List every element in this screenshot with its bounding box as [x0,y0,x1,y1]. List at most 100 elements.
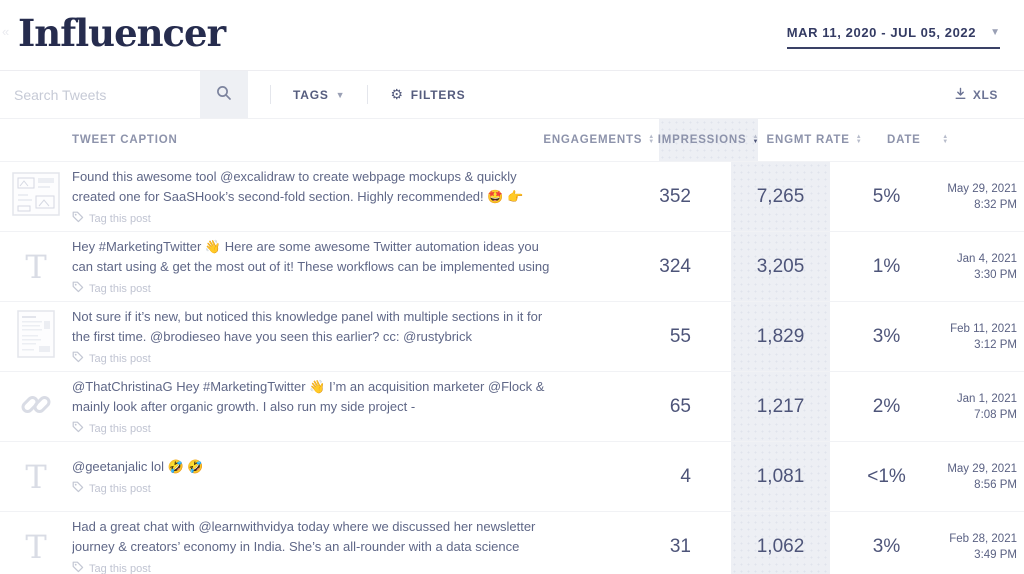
tag-icon [72,351,84,366]
column-header-impressions[interactable]: IMPRESSIONS ▲ ▼ [657,119,758,161]
date-cell: Feb 11, 2021 3:12 PM [943,302,1024,371]
impressions-header-label: IMPRESSIONS [657,134,747,146]
tag-post-button[interactable]: Tag this post [72,211,151,226]
tags-dropdown[interactable]: TAGS ▼ [271,71,367,118]
tweet-thumbnail-cell[interactable] [0,372,72,441]
tweet-thumbnail-cell[interactable]: T [0,232,72,301]
time-text: 3:30 PM [974,268,1017,281]
xls-label: XLS [972,87,998,102]
tweet-caption[interactable]: @geetanjalic lol 🤣 🤣 [72,457,204,477]
engagements-value: 4 [680,465,691,487]
tweet-caption-cell: Had a great chat with @learnwithvidya to… [72,512,562,574]
column-header-tweet-caption[interactable]: TWEET CAPTION [0,119,490,161]
tag-post-button[interactable]: Tag this post [72,351,151,366]
search-button[interactable] [200,71,248,118]
table-body: Found this awesome tool @excalidraw to c… [0,161,1024,574]
table-row: T Had a great chat with @learnwithvidya … [0,511,1024,574]
date-range-picker[interactable]: MAR 11, 2020 - JUL 05, 2022 ▼ [786,25,1000,49]
tag-post-label: Tag this post [89,282,151,295]
tweet-thumbnail-cell[interactable]: T [0,442,72,511]
tweet-thumbnail-cell[interactable] [0,162,72,231]
tag-icon [72,561,84,574]
engmt-rate-value: <1% [867,465,906,487]
sidebar-collapse-icon[interactable]: « [2,24,9,39]
tweet-caption-cell: Hey #MarketingTwitter 👋 Here are some aw… [72,232,562,301]
tag-icon [72,211,84,226]
search-input[interactable] [0,71,200,118]
tweet-caption-cell: Found this awesome tool @excalidraw to c… [72,162,562,231]
text-post-icon: T [25,527,47,566]
text-post-icon: T [25,247,47,286]
filters-button[interactable]: ⚙ FILTERS [368,71,487,118]
engmt-rate-header-label: ENGMT RATE [766,134,850,146]
impressions-value: 1,829 [731,302,830,371]
impressions-value: 1,217 [731,372,830,441]
tweet-caption[interactable]: Hey #MarketingTwitter 👋 Here are some aw… [72,237,554,277]
date-cell: May 29, 2021 8:56 PM [943,442,1024,511]
date-text: May 29, 2021 [947,462,1017,475]
tweet-caption[interactable]: Found this awesome tool @excalidraw to c… [72,167,554,207]
tag-post-button[interactable]: Tag this post [72,281,151,296]
impressions-value: 1,062 [731,512,830,574]
tags-label: TAGS [293,87,329,102]
table-row: @ThatChristinaG Hey #MarketingTwitter 👋 … [0,371,1024,441]
tag-post-label: Tag this post [89,352,151,365]
tweet-image-thumbnail [17,310,55,363]
tweet-caption-cell: @ThatChristinaG Hey #MarketingTwitter 👋 … [72,372,562,441]
search-icon [216,85,232,104]
tweet-caption[interactable]: @ThatChristinaG Hey #MarketingTwitter 👋 … [72,377,554,417]
engmt-rate-value: 1% [872,255,901,277]
tag-post-label: Tag this post [89,212,151,225]
tag-post-button[interactable]: Tag this post [72,421,151,436]
tag-icon [72,481,84,496]
date-cell: May 29, 2021 8:32 PM [943,162,1024,231]
tweet-thumbnail-cell[interactable]: T [0,512,72,574]
download-xls-button[interactable]: XLS [944,71,1024,118]
table-row: Not sure if it’s new, but noticed this k… [0,301,1024,371]
filters-label: FILTERS [410,87,466,102]
table-row: T Hey #MarketingTwitter 👋 Here are some … [0,231,1024,301]
time-text: 7:08 PM [974,408,1017,421]
engagements-value: 55 [669,325,691,347]
chevron-down-icon: ▼ [990,26,1000,38]
date-range-value: MAR 11, 2020 - JUL 05, 2022 [786,25,977,40]
column-header-engagements[interactable]: ENGAGEMENTS ▲ ▼ [490,119,659,161]
tag-post-button[interactable]: Tag this post [72,481,151,496]
sort-icon[interactable]: ▲ ▼ [942,134,949,145]
app-logo: Influencer [18,11,226,55]
tweet-caption-cell: @geetanjalic lol 🤣 🤣 Tag this post [72,442,562,511]
tweet-thumbnail-cell[interactable] [0,302,72,371]
impressions-value: 3,205 [731,232,830,301]
tweet-caption[interactable]: Had a great chat with @learnwithvidya to… [72,517,554,557]
time-text: 8:56 PM [974,478,1017,491]
date-cell: Jan 1, 2021 7:08 PM [943,372,1024,441]
date-cell: Jan 4, 2021 3:30 PM [943,232,1024,301]
impressions-value: 7,265 [731,162,830,231]
column-header-date[interactable]: DATE ▲ ▼ [871,119,952,161]
toolbar: TAGS ▼ ⚙ FILTERS XLS [0,71,1024,119]
gear-icon: ⚙ [390,86,404,102]
time-text: 3:49 PM [974,548,1017,561]
table-row: T @geetanjalic lol 🤣 🤣 Tag this post 4 1… [0,441,1024,511]
date-text: Jan 1, 2021 [956,392,1017,405]
date-cell: Feb 28, 2021 3:49 PM [943,512,1024,574]
tag-icon [72,281,84,296]
tag-post-label: Tag this post [89,562,151,574]
column-header-engmt-rate[interactable]: ENGMT RATE ▲ ▼ [758,119,871,161]
tweet-caption[interactable]: Not sure if it’s new, but noticed this k… [72,307,554,347]
time-text: 8:32 PM [974,198,1017,211]
date-text: May 29, 2021 [947,182,1017,195]
table-row: Found this awesome tool @excalidraw to c… [0,161,1024,231]
engagements-value: 31 [669,535,691,557]
engagements-header-label: ENGAGEMENTS [543,134,643,146]
engagements-value: 324 [659,255,691,277]
sort-icon[interactable]: ▲ ▼ [648,134,655,145]
download-icon [954,87,967,103]
tag-post-label: Tag this post [89,422,151,435]
date-text: Feb 28, 2021 [949,532,1017,545]
sort-icon[interactable]: ▲ ▼ [856,134,863,145]
tag-icon [72,421,84,436]
influencer-dashboard: « Influencer MAR 11, 2020 - JUL 05, 2022… [0,0,1024,574]
table-header: TWEET CAPTION ENGAGEMENTS ▲ ▼ IMPRESSIONS… [0,119,1024,161]
tag-post-button[interactable]: Tag this post [72,561,151,574]
